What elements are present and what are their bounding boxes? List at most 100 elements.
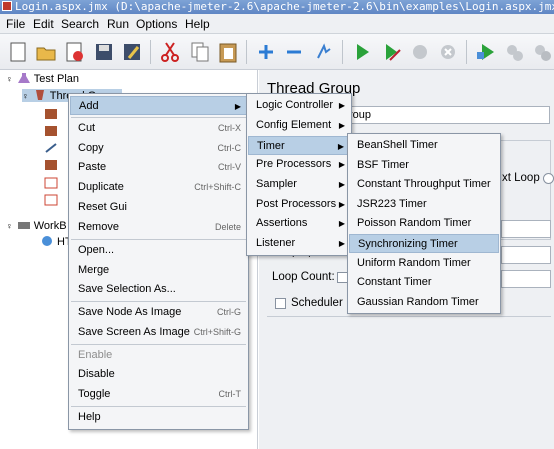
tree-child-icon[interactable] bbox=[44, 177, 58, 192]
menu-item-beanshell-timer[interactable]: BeanShell Timer bbox=[349, 136, 499, 155]
menu-item-bsf-timer[interactable]: BSF Timer bbox=[349, 156, 499, 175]
stop-icon[interactable] bbox=[408, 40, 432, 64]
cut-icon[interactable] bbox=[158, 40, 182, 64]
menu-item-save-screen-image[interactable]: Save Screen As Image Ctrl+Shift-G bbox=[70, 323, 247, 342]
menu-item-copy[interactable]: Copy Ctrl-C bbox=[70, 139, 247, 158]
scheduler-checkbox[interactable] bbox=[275, 298, 286, 309]
menu-item-add[interactable]: Add ▶ bbox=[70, 96, 247, 115]
paste-icon[interactable] bbox=[216, 40, 240, 64]
threads-field[interactable] bbox=[501, 220, 551, 238]
shutdown-icon[interactable] bbox=[436, 40, 460, 64]
submenu-arrow-icon: ▶ bbox=[338, 101, 345, 110]
menu-separator bbox=[71, 406, 246, 407]
scheduler-label: Scheduler bbox=[291, 297, 343, 309]
remote-shutdown-icon[interactable] bbox=[530, 40, 554, 64]
open-icon[interactable] bbox=[34, 40, 58, 64]
window-title: Login.aspx.jmx (D:\apache-jmeter-2.6\apa… bbox=[15, 0, 554, 13]
menu-item-logic-controller[interactable]: Logic Controller ▶ bbox=[248, 96, 350, 115]
menu-item-remove[interactable]: Remove Delete bbox=[70, 218, 247, 237]
divider bbox=[267, 316, 551, 318]
loop-count-label: Loop Count: bbox=[272, 271, 335, 283]
menu-item-jsr223-timer[interactable]: JSR223 Timer bbox=[349, 195, 499, 214]
flask-icon bbox=[17, 73, 30, 83]
thread-group-icon bbox=[35, 90, 44, 100]
menu-item-post-processors[interactable]: Post Processors ▶ bbox=[248, 195, 350, 214]
save-icon[interactable] bbox=[92, 40, 116, 64]
tree-child-icon[interactable] bbox=[44, 194, 58, 209]
menu-item-synchronizing-timer[interactable]: Synchronizing Timer bbox=[349, 234, 499, 253]
menu-item-reset-gui[interactable]: Reset Gui bbox=[70, 198, 247, 217]
menu-item-poisson-random-timer[interactable]: Poisson Random Timer bbox=[349, 214, 499, 233]
ramp-up-field[interactable] bbox=[501, 246, 551, 264]
menu-item-disable[interactable]: Disable bbox=[70, 365, 247, 384]
menu-item-sampler[interactable]: Sampler ▶ bbox=[248, 175, 350, 194]
menu-item-enable: Enable bbox=[78, 349, 113, 361]
menu-item-gaussian-random-timer[interactable]: Gaussian Random Timer bbox=[349, 293, 499, 312]
submenu-arrow-icon: ▶ bbox=[338, 219, 345, 228]
menu-item-listener[interactable]: Listener ▶ bbox=[248, 234, 350, 253]
menu-item-duplicate[interactable]: Duplicate Ctrl+Shift-C bbox=[70, 178, 247, 197]
next-loop-radio[interactable] bbox=[543, 173, 554, 184]
tree-child-icon[interactable] bbox=[44, 125, 58, 140]
menu-file[interactable]: File bbox=[6, 17, 25, 31]
tree-node-test-plan[interactable]: ♀ Test Plan bbox=[6, 72, 79, 85]
menu-item-constant-timer[interactable]: Constant Timer bbox=[349, 273, 499, 292]
menu-item-config-element[interactable]: Config Element ▶ bbox=[248, 116, 350, 135]
submenu-arrow-icon: ▶ bbox=[338, 180, 345, 189]
remote-start-icon[interactable] bbox=[474, 40, 498, 64]
tree-child-icon[interactable] bbox=[44, 159, 58, 174]
menu-item-constant-throughput-timer[interactable]: Constant Throughput Timer bbox=[349, 175, 499, 194]
menu-item-merge[interactable]: Merge bbox=[70, 261, 247, 280]
remote-stop-icon[interactable] bbox=[502, 40, 526, 64]
loop-count-field[interactable] bbox=[501, 270, 551, 288]
collapse-icon[interactable] bbox=[282, 40, 306, 64]
toggle-icon[interactable] bbox=[312, 40, 336, 64]
start-no-pause-icon[interactable] bbox=[380, 40, 404, 64]
menu-options[interactable]: Options bbox=[136, 17, 177, 31]
close-icon[interactable] bbox=[62, 40, 86, 64]
menu-item-toggle[interactable]: Toggle Ctrl-T bbox=[70, 385, 247, 404]
menu-item-timer[interactable]: Timer ▶ bbox=[248, 136, 350, 155]
save-as-icon[interactable] bbox=[120, 40, 144, 64]
tree-node-http[interactable]: HT bbox=[40, 235, 72, 248]
menu-item-help[interactable]: Help bbox=[70, 408, 247, 427]
expand-icon[interactable] bbox=[254, 40, 278, 64]
submenu-arrow-icon: ▶ bbox=[338, 239, 345, 248]
tree-node-workbench[interactable]: ♀ WorkB bbox=[6, 219, 67, 232]
toolbar bbox=[0, 34, 554, 70]
menu-item-pre-processors[interactable]: Pre Processors ▶ bbox=[248, 155, 350, 174]
name-field[interactable]: roup bbox=[345, 106, 550, 124]
menu-help[interactable]: Help bbox=[185, 17, 210, 31]
menu-search[interactable]: Search bbox=[61, 17, 99, 31]
new-icon[interactable] bbox=[6, 40, 30, 64]
menu-edit[interactable]: Edit bbox=[33, 17, 54, 31]
tree-expand-icon[interactable]: ♀ bbox=[6, 221, 13, 231]
submenu-arrow-icon: ▶ bbox=[234, 102, 241, 111]
menu-separator bbox=[71, 344, 246, 345]
menu-item-uniform-random-timer[interactable]: Uniform Random Timer bbox=[349, 254, 499, 273]
tree-child-icon[interactable] bbox=[44, 108, 58, 123]
workbench-icon bbox=[17, 222, 30, 229]
menu-separator bbox=[71, 239, 246, 240]
tree-expand-icon[interactable]: ♀ bbox=[22, 91, 29, 101]
menu-item-open[interactable]: Open... bbox=[70, 241, 247, 260]
add-submenu: Logic Controller ▶ Config Element ▶ Timer ▶… bbox=[246, 93, 352, 256]
menu-bar: File Edit Search Run Options Help bbox=[0, 14, 554, 34]
menu-item-paste[interactable]: Paste Ctrl-V bbox=[70, 158, 247, 177]
submenu-arrow-icon: ▶ bbox=[338, 121, 345, 130]
menu-item-save-node-image[interactable]: Save Node As Image Ctrl-G bbox=[70, 303, 247, 322]
tree-expand-icon[interactable]: ♀ bbox=[6, 74, 13, 84]
menu-separator bbox=[71, 301, 246, 302]
timer-submenu: BeanShell Timer BSF Timer Constant Throu… bbox=[347, 133, 501, 314]
menu-item-cut[interactable]: Cut Ctrl-X bbox=[70, 119, 247, 138]
window-title-bar: Login.aspx.jmx (D:\apache-jmeter-2.6\apa… bbox=[0, 0, 554, 14]
menu-item-assertions[interactable]: Assertions ▶ bbox=[248, 214, 350, 233]
start-icon[interactable] bbox=[350, 40, 374, 64]
copy-icon[interactable] bbox=[188, 40, 212, 64]
menu-item-save-selection[interactable]: Save Selection As... bbox=[70, 280, 247, 299]
app-icon bbox=[2, 1, 12, 11]
menu-run[interactable]: Run bbox=[107, 17, 129, 31]
context-menu: Add ▶ Cut Ctrl-X Copy Ctrl-C Paste Ctrl-V Du… bbox=[68, 93, 249, 430]
submenu-arrow-icon: ▶ bbox=[338, 160, 345, 169]
tree-child-icon[interactable] bbox=[44, 142, 58, 157]
